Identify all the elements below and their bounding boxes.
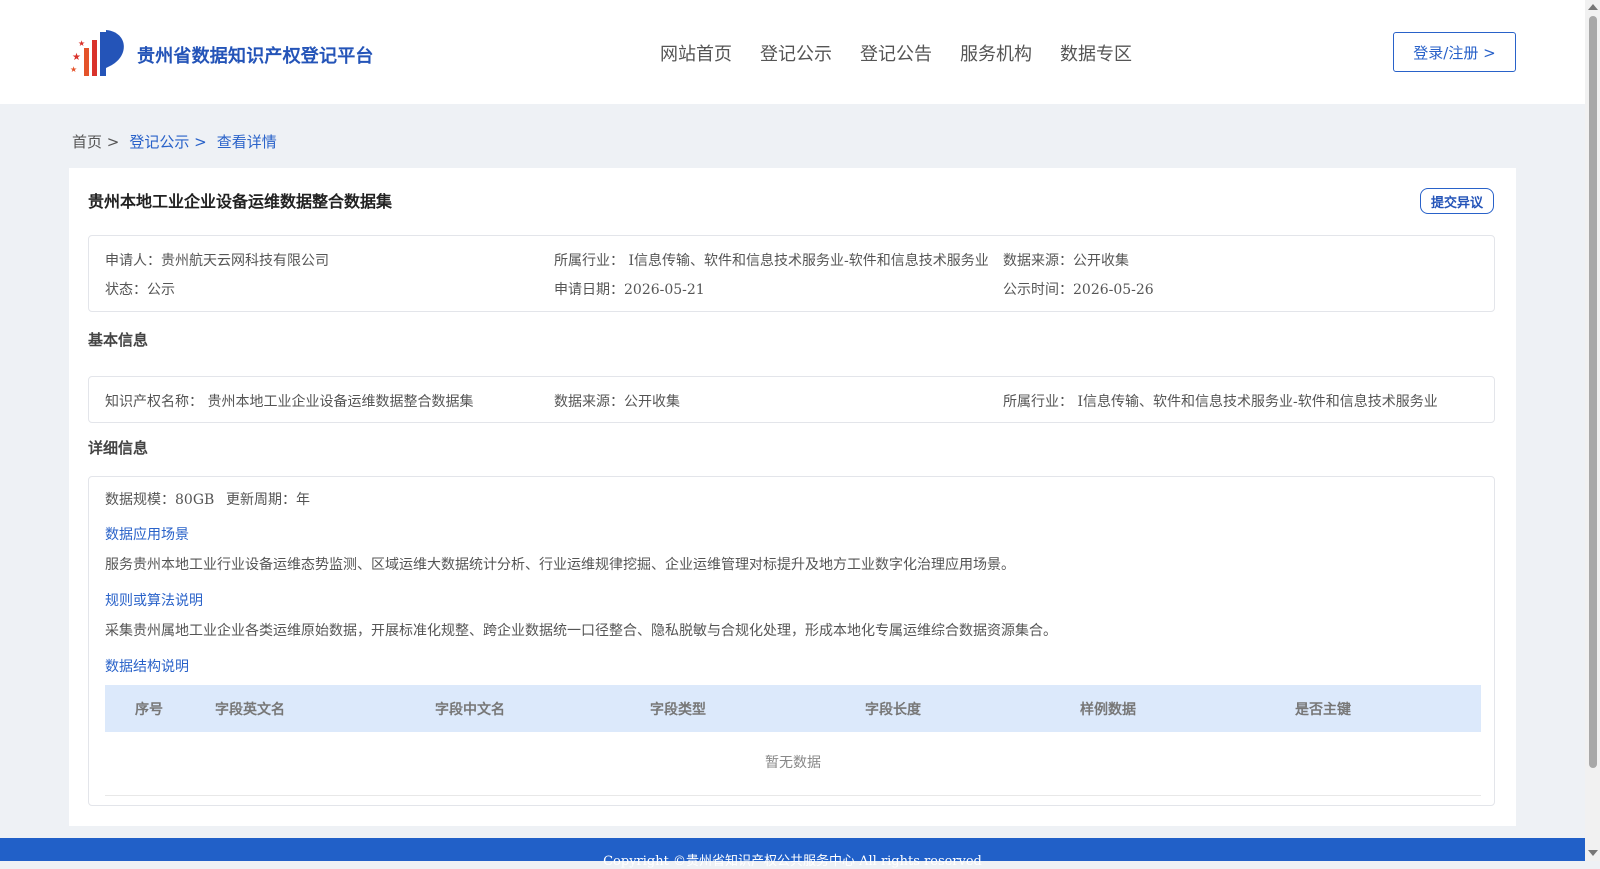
breadcrumb-current: 查看详情 (216, 133, 277, 151)
col-english-name: 字段英文名 (215, 701, 285, 718)
basic-info-box: 知识产权名称： 贵州本地工业企业设备运维数据整合数据集 数据来源：公开收集 所属… (88, 376, 1495, 423)
copyright-text: Copyright ©贵州省知识产权公共服务中心 All rights rese… (603, 854, 982, 869)
svg-text:★: ★ (78, 39, 85, 48)
col-type: 字段类型 (650, 701, 706, 718)
nav-data-zone[interactable]: 数据专区 (1060, 40, 1132, 66)
page-title: 贵州本地工业企业设备运维数据整合数据集 (88, 192, 393, 211)
site-footer: Copyright ©贵州省知识产权公共服务中心 All rights rese… (0, 838, 1585, 869)
scroll-down-icon[interactable] (1588, 850, 1598, 856)
col-chinese-name: 字段中文名 (435, 701, 505, 718)
breadcrumb-home[interactable]: 首页 > (72, 131, 119, 152)
page-scrollbar[interactable] (1585, 0, 1600, 861)
nav-registration-public[interactable]: 登记公示 (760, 40, 832, 66)
breadcrumb-registration-public[interactable]: 登记公示 > (129, 131, 206, 152)
breadcrumb: 首页 > 登记公示 > 查看详情 (72, 131, 277, 152)
svg-text:★: ★ (72, 52, 81, 63)
basic-source-field: 数据来源：公开收集 (554, 394, 680, 410)
industry-field: 所属行业： I信息传输、软件和信息技术服务业-软件和信息技术服务业 (554, 253, 989, 269)
scenario-text: 服务贵州本地工业行业设备运维态势监测、区域运维大数据统计分析、行业运维规律挖掘、… (105, 557, 1015, 573)
table-divider (105, 795, 1481, 796)
summary-box: 申请人：贵州航天云网科技有限公司 所属行业： I信息传输、软件和信息技术服务业-… (88, 235, 1495, 312)
svg-text:★: ★ (70, 65, 77, 74)
site-header: ★ ★ ★ 贵州省数据知识产权登记平台 网站首页 登记公示 登记公告 服务机构 … (0, 0, 1585, 104)
col-primary-key: 是否主键 (1295, 701, 1351, 718)
update-cycle-field: 更新周期：年 (226, 492, 310, 508)
submit-objection-button[interactable]: 提交异议 (1420, 188, 1494, 214)
scrollbar-thumb[interactable] (1589, 16, 1597, 768)
scroll-up-icon[interactable] (1588, 4, 1598, 10)
structure-heading: 数据结构说明 (105, 659, 189, 675)
main-nav: 网站首页 登记公示 登记公告 服务机构 数据专区 (660, 40, 1132, 66)
detail-info-box: 数据规模：80GB 更新周期：年 数据应用场景 服务贵州本地工业行业设备运维态势… (88, 476, 1495, 806)
empty-table-text: 暂无数据 (765, 755, 821, 771)
scenario-heading: 数据应用场景 (105, 527, 189, 543)
platform-logo[interactable]: ★ ★ ★ (70, 26, 130, 78)
login-register-button[interactable]: 登录/注册 > (1393, 32, 1516, 72)
nav-home[interactable]: 网站首页 (660, 40, 732, 66)
data-scale-field: 数据规模：80GB (105, 492, 215, 508)
status-field: 状态：公示 (105, 282, 175, 298)
nav-registration-notice[interactable]: 登记公告 (860, 40, 932, 66)
apply-date-field: 申请日期：2026-05-21 (554, 282, 705, 298)
site-title[interactable]: 贵州省数据知识产权登记平台 (137, 42, 374, 68)
publish-time-field: 公示时间：2026-05-26 (1003, 282, 1154, 298)
detail-card: 贵州本地工业企业设备运维数据整合数据集 提交异议 申请人：贵州航天云网科技有限公… (69, 168, 1516, 826)
structure-table-header: 序号 字段英文名 字段中文名 字段类型 字段长度 样例数据 是否主键 (105, 685, 1481, 732)
detail-info-heading: 详细信息 (88, 439, 149, 457)
col-index: 序号 (135, 701, 163, 718)
basic-info-heading: 基本信息 (88, 331, 149, 349)
col-sample: 样例数据 (1080, 701, 1136, 718)
basic-industry-field: 所属行业： I信息传输、软件和信息技术服务业-软件和信息技术服务业 (1003, 394, 1438, 410)
nav-service-agencies[interactable]: 服务机构 (960, 40, 1032, 66)
col-length: 字段长度 (865, 701, 921, 718)
ip-name-field: 知识产权名称： 贵州本地工业企业设备运维数据整合数据集 (105, 394, 474, 410)
rules-heading: 规则或算法说明 (105, 593, 203, 609)
source-field: 数据来源：公开收集 (1003, 253, 1129, 269)
applicant-field: 申请人：贵州航天云网科技有限公司 (105, 253, 329, 269)
rules-text: 采集贵州属地工业企业各类运维原始数据，开展标准化规整、跨企业数据统一口径整合、隐… (105, 623, 1057, 639)
